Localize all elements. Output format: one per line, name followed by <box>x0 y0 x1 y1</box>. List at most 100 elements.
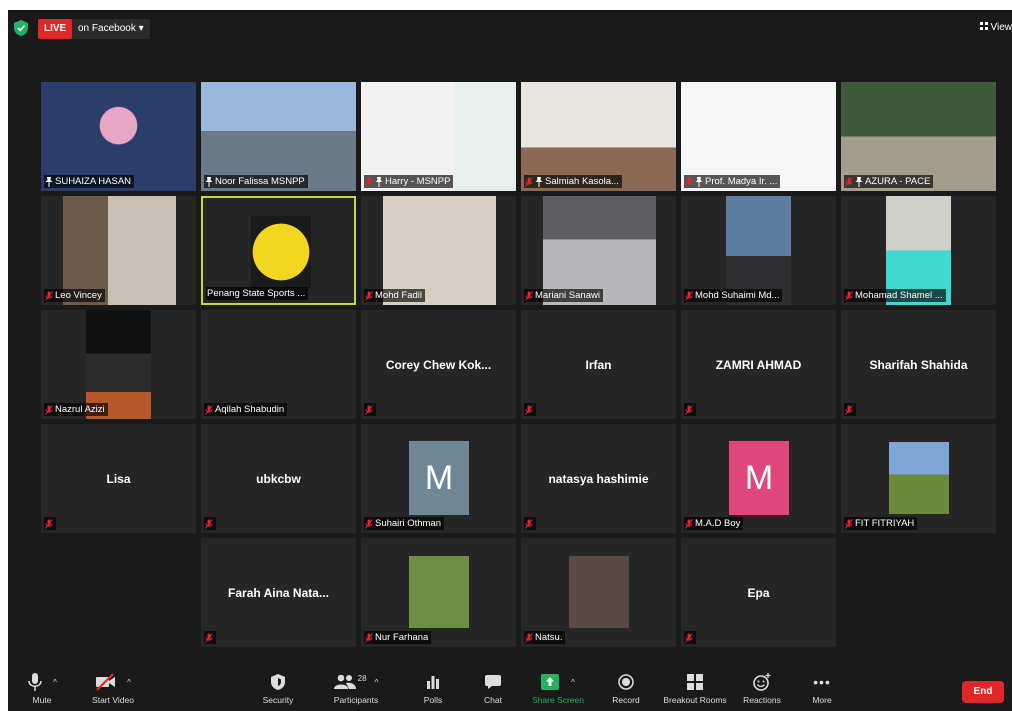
participant-display-name: ZAMRI AHMAD <box>715 357 802 372</box>
mic-muted-icon <box>525 176 533 187</box>
participant-tile[interactable]: Noor Falissa MSNPP <box>201 82 356 191</box>
mic-muted-icon <box>685 290 693 301</box>
reactions-label: Reactions <box>743 695 781 705</box>
share-screen-button[interactable]: ^ Share Screen <box>530 671 586 711</box>
participant-tile[interactable]: Leo Vincey <box>41 196 196 305</box>
polls-icon <box>427 676 439 689</box>
view-button[interactable]: View <box>979 22 1012 33</box>
mic-muted-icon <box>685 518 693 529</box>
participant-video <box>409 556 469 628</box>
participant-tile[interactable]: ubkcbw <box>201 424 356 533</box>
record-button[interactable]: Record <box>608 671 644 711</box>
participant-tile[interactable]: Irfan <box>521 310 676 419</box>
breakout-rooms-button[interactable]: Breakout Rooms <box>660 671 730 711</box>
mic-muted-icon <box>365 632 373 643</box>
participant-name-tag <box>524 403 536 416</box>
participant-display-name: natasya hashimie <box>548 471 649 486</box>
mute-caret-icon[interactable]: ^ <box>53 678 57 687</box>
participant-name: Nazrul Azizi <box>55 404 105 415</box>
participant-tile[interactable]: Harry - MSNPP <box>361 82 516 191</box>
more-button[interactable]: ••• More <box>806 671 838 711</box>
microphone-icon <box>28 673 42 691</box>
participant-name: Salmiah Kasola... <box>545 176 619 187</box>
participant-name-tag: Nur Farhana <box>364 631 432 644</box>
participant-tile[interactable]: Prof. Madya Ir. ... <box>681 82 836 191</box>
participant-tile[interactable]: Mohd Suhaimi Md... <box>681 196 836 305</box>
breakout-rooms-icon <box>687 674 703 690</box>
pin-icon <box>535 176 543 187</box>
participant-tile[interactable]: Aqilah Shabudin <box>201 310 356 419</box>
participant-name-tag: Nazrul Azizi <box>44 403 108 416</box>
participant-tile[interactable]: Nazrul Azizi <box>41 310 196 419</box>
participant-name-tag: FIT FITRIYAH <box>844 517 918 530</box>
mic-muted-icon <box>365 518 373 529</box>
mic-muted-icon <box>525 290 533 301</box>
participant-tile[interactable]: Epa <box>681 538 836 647</box>
gallery-grid: SUHAIZA HASAN Noor Falissa MSNPP Harry - M… <box>41 82 997 648</box>
participant-tile[interactable]: FIT FITRIYAH <box>841 424 996 533</box>
participant-name-tag: SUHAIZA HASAN <box>44 175 135 188</box>
zoom-meeting-window: LIVE on Facebook ▾ View SUHAIZA HASAN Noo… <box>8 10 1012 711</box>
stream-target-dropdown[interactable]: on Facebook ▾ <box>72 19 150 39</box>
pin-icon <box>375 176 383 187</box>
participant-name-tag: Mohd Fadil <box>364 289 425 302</box>
participant-tile[interactable]: M M.A.D Boy <box>681 424 836 533</box>
mic-muted-icon <box>205 632 213 643</box>
participant-name: AZURA - PACE <box>865 176 931 187</box>
mic-muted-icon <box>205 404 213 415</box>
participants-caret-icon[interactable]: ^ <box>375 678 379 687</box>
participant-tile[interactable]: Lisa <box>41 424 196 533</box>
participant-tile[interactable]: Sharifah Shahida <box>841 310 996 419</box>
grid-view-icon <box>979 22 988 30</box>
participants-button[interactable]: 28 ^ Participants <box>328 671 384 711</box>
mic-muted-icon <box>525 632 533 643</box>
participant-tile[interactable]: Penang State Sports ... <box>201 196 356 305</box>
top-bar: LIVE on Facebook ▾ View <box>8 10 1012 52</box>
participant-name-tag <box>204 631 216 644</box>
participant-tile[interactable]: Mohamad Shamel ... <box>841 196 996 305</box>
participant-tile[interactable]: ZAMRI AHMAD <box>681 310 836 419</box>
participant-name-tag: M.A.D Boy <box>684 517 744 530</box>
participant-tile[interactable]: Farah Aina Nata... <box>201 538 356 647</box>
polls-label: Polls <box>423 695 443 705</box>
reactions-button[interactable]: Reactions <box>740 671 784 711</box>
encryption-shield-icon[interactable] <box>14 20 28 36</box>
start-video-button[interactable]: ^ Start Video <box>88 671 138 711</box>
participant-name-tag: Harry - MSNPP <box>364 175 454 188</box>
live-badge[interactable]: LIVE <box>38 19 73 39</box>
participant-tile[interactable]: Nur Farhana <box>361 538 516 647</box>
start-video-label: Start Video <box>92 695 134 705</box>
pin-icon <box>45 176 53 187</box>
participant-name: SUHAIZA HASAN <box>55 176 132 187</box>
mic-muted-icon <box>845 404 853 415</box>
participant-tile[interactable]: natasya hashimie <box>521 424 676 533</box>
participant-tile[interactable]: Mohd Fadil <box>361 196 516 305</box>
mic-muted-icon <box>45 404 53 415</box>
security-label: Security <box>262 695 294 705</box>
participant-tile[interactable]: Corey Chew Kok... <box>361 310 516 419</box>
participant-tile[interactable]: Salmiah Kasola... <box>521 82 676 191</box>
security-button[interactable]: Security <box>258 671 298 711</box>
pin-icon <box>855 176 863 187</box>
participant-name-tag: Aqilah Shabudin <box>204 403 288 416</box>
mic-muted-icon <box>845 518 853 529</box>
participant-name-tag <box>204 517 216 530</box>
chat-button[interactable]: Chat <box>478 671 508 711</box>
participant-tile[interactable]: SUHAIZA HASAN <box>41 82 196 191</box>
participant-avatar: M <box>729 441 789 515</box>
breakout-rooms-label: Breakout Rooms <box>663 695 727 705</box>
participant-name: Leo Vincey <box>55 290 102 301</box>
participant-name: FIT FITRIYAH <box>855 518 915 529</box>
polls-button[interactable]: Polls <box>418 671 448 711</box>
participant-tile[interactable]: M Suhairi Othman <box>361 424 516 533</box>
mic-muted-icon <box>685 632 693 643</box>
share-caret-icon[interactable]: ^ <box>571 678 575 687</box>
end-meeting-button[interactable]: End <box>962 681 1004 703</box>
participant-tile[interactable]: AZURA - PACE <box>841 82 996 191</box>
participant-tile[interactable]: Mariani Sanawi <box>521 196 676 305</box>
mic-muted-icon <box>525 518 533 529</box>
participant-tile[interactable]: Natsu. <box>521 538 676 647</box>
mic-muted-icon <box>845 290 853 301</box>
video-caret-icon[interactable]: ^ <box>127 678 131 687</box>
mute-button[interactable]: ^ Mute <box>22 671 62 711</box>
